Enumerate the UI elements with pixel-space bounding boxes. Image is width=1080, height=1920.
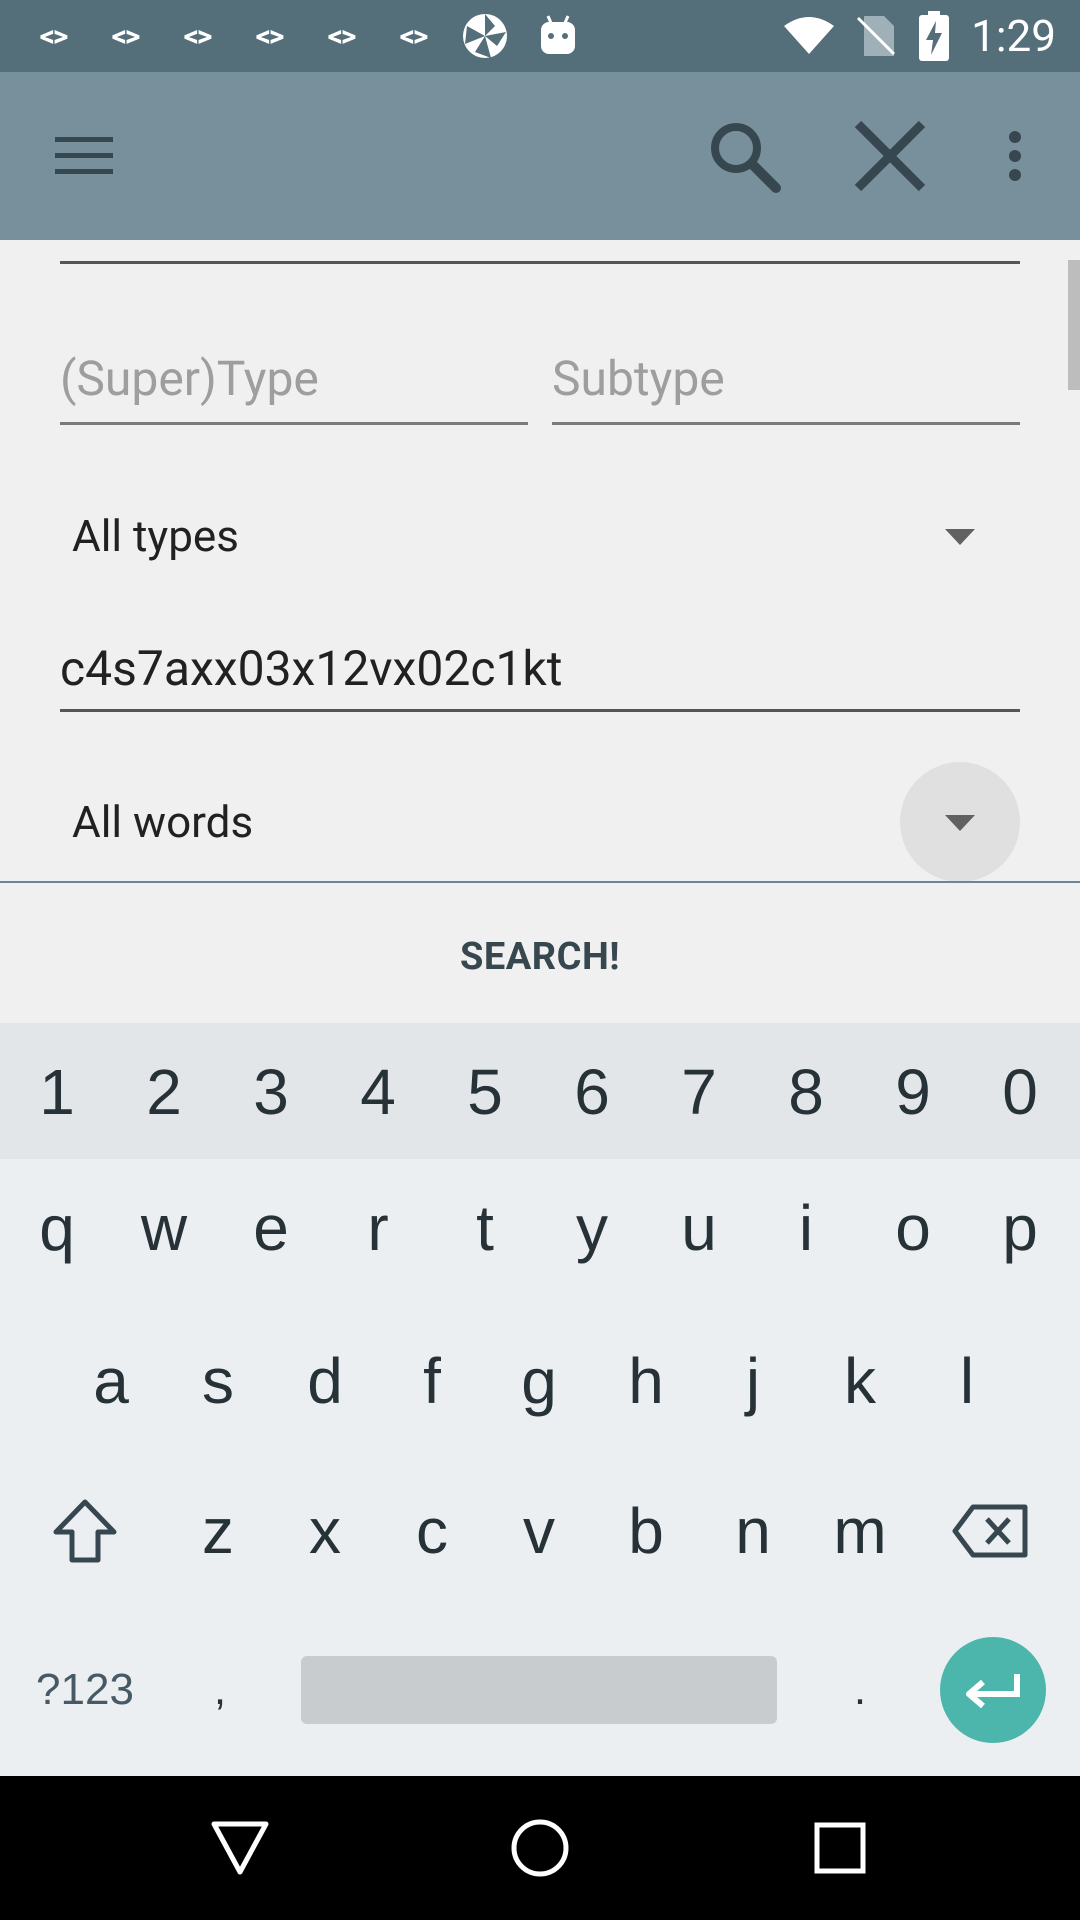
text-input-underline <box>60 709 1020 712</box>
enter-icon <box>966 1674 1020 1709</box>
words-dropdown-icon[interactable] <box>945 815 975 831</box>
key-5[interactable]: 5 <box>442 1047 528 1137</box>
code-notification-icon: <> <box>399 18 429 54</box>
recents-square-icon[interactable] <box>800 1808 880 1888</box>
app-bar <box>0 72 1080 240</box>
key-r[interactable]: r <box>335 1183 421 1273</box>
symbols-key[interactable]: ?123 <box>20 1645 150 1735</box>
key-n[interactable]: n <box>710 1486 796 1576</box>
search-button-label: SEARCH! <box>459 935 621 979</box>
key-z[interactable]: z <box>175 1486 261 1576</box>
close-icon[interactable] <box>846 112 934 200</box>
key-t[interactable]: t <box>442 1183 528 1273</box>
key-w[interactable]: w <box>121 1183 207 1273</box>
menu-icon[interactable] <box>44 116 124 196</box>
wifi-icon <box>782 14 836 58</box>
key-l[interactable]: l <box>924 1336 1010 1426</box>
key-x[interactable]: x <box>282 1486 368 1576</box>
key-i[interactable]: i <box>763 1183 849 1273</box>
status-bar: <> <> <> <> <> <> 1:29 <box>0 0 1080 72</box>
key-k[interactable]: k <box>817 1336 903 1426</box>
code-notification-icon: <> <box>183 18 213 54</box>
pinwheel-icon <box>460 14 510 58</box>
code-notification-icon: <> <box>255 18 285 54</box>
key-f[interactable]: f <box>389 1336 475 1426</box>
key-0[interactable]: 0 <box>977 1047 1063 1137</box>
text-input[interactable]: c4s7axx03x12vx02c1kt <box>60 640 562 697</box>
comma-key[interactable]: , <box>180 1645 260 1735</box>
key-j[interactable]: j <box>710 1336 796 1426</box>
navigation-bar <box>0 1776 1080 1920</box>
key-4[interactable]: 4 <box>335 1047 421 1137</box>
shift-key[interactable] <box>40 1486 130 1576</box>
battery-charging-icon <box>916 11 952 61</box>
search-form: (Super)Type Subtype All types c4s7axx03x… <box>0 240 1080 883</box>
key-c[interactable]: c <box>389 1486 475 1576</box>
scrollbar[interactable] <box>1068 260 1080 390</box>
key-1[interactable]: 1 <box>14 1047 100 1137</box>
period-key[interactable]: . <box>820 1645 900 1735</box>
status-time: 1:29 <box>971 10 1056 62</box>
key-m[interactable]: m <box>817 1486 903 1576</box>
types-spinner[interactable]: All types <box>72 510 239 562</box>
key-s[interactable]: s <box>175 1336 261 1426</box>
search-icon[interactable] <box>700 112 788 200</box>
key-h[interactable]: h <box>603 1336 689 1426</box>
key-e[interactable]: e <box>228 1183 314 1273</box>
key-9[interactable]: 9 <box>870 1047 956 1137</box>
key-d[interactable]: d <box>282 1336 368 1426</box>
key-y[interactable]: y <box>549 1183 635 1273</box>
enter-key[interactable] <box>940 1637 1046 1743</box>
supertype-input[interactable]: (Super)Type <box>60 350 319 407</box>
key-o[interactable]: o <box>870 1183 956 1273</box>
words-spinner[interactable]: All words <box>72 796 253 848</box>
key-8[interactable]: 8 <box>763 1047 849 1137</box>
previous-field-underline[interactable] <box>60 261 1020 264</box>
code-notification-icon: <> <box>111 18 141 54</box>
home-circle-icon[interactable] <box>500 1808 580 1888</box>
more-vert-icon[interactable] <box>990 116 1040 196</box>
no-sim-icon <box>854 14 898 58</box>
search-button[interactable]: SEARCH! <box>0 883 1080 1023</box>
key-6[interactable]: 6 <box>549 1047 635 1137</box>
key-b[interactable]: b <box>603 1486 689 1576</box>
key-u[interactable]: u <box>656 1183 742 1273</box>
keyboard: 1 2 3 4 5 6 7 8 9 0 q w e r t y u i o p … <box>0 1023 1080 1776</box>
types-dropdown-icon[interactable] <box>945 529 975 545</box>
key-7[interactable]: 7 <box>656 1047 742 1137</box>
key-g[interactable]: g <box>496 1336 582 1426</box>
back-triangle-icon[interactable] <box>200 1808 280 1888</box>
supertype-underline <box>60 422 528 425</box>
code-notification-icon: <> <box>327 18 357 54</box>
key-2[interactable]: 2 <box>121 1047 207 1137</box>
key-a[interactable]: a <box>68 1336 154 1426</box>
subtype-underline <box>552 422 1020 425</box>
android-icon <box>534 14 582 58</box>
backspace-key[interactable] <box>946 1486 1036 1576</box>
key-3[interactable]: 3 <box>228 1047 314 1137</box>
space-key[interactable] <box>301 1656 777 1724</box>
subtype-input[interactable]: Subtype <box>552 350 725 407</box>
key-q[interactable]: q <box>14 1183 100 1273</box>
code-notification-icon: <> <box>39 18 69 54</box>
key-p[interactable]: p <box>977 1183 1063 1273</box>
key-v[interactable]: v <box>496 1486 582 1576</box>
